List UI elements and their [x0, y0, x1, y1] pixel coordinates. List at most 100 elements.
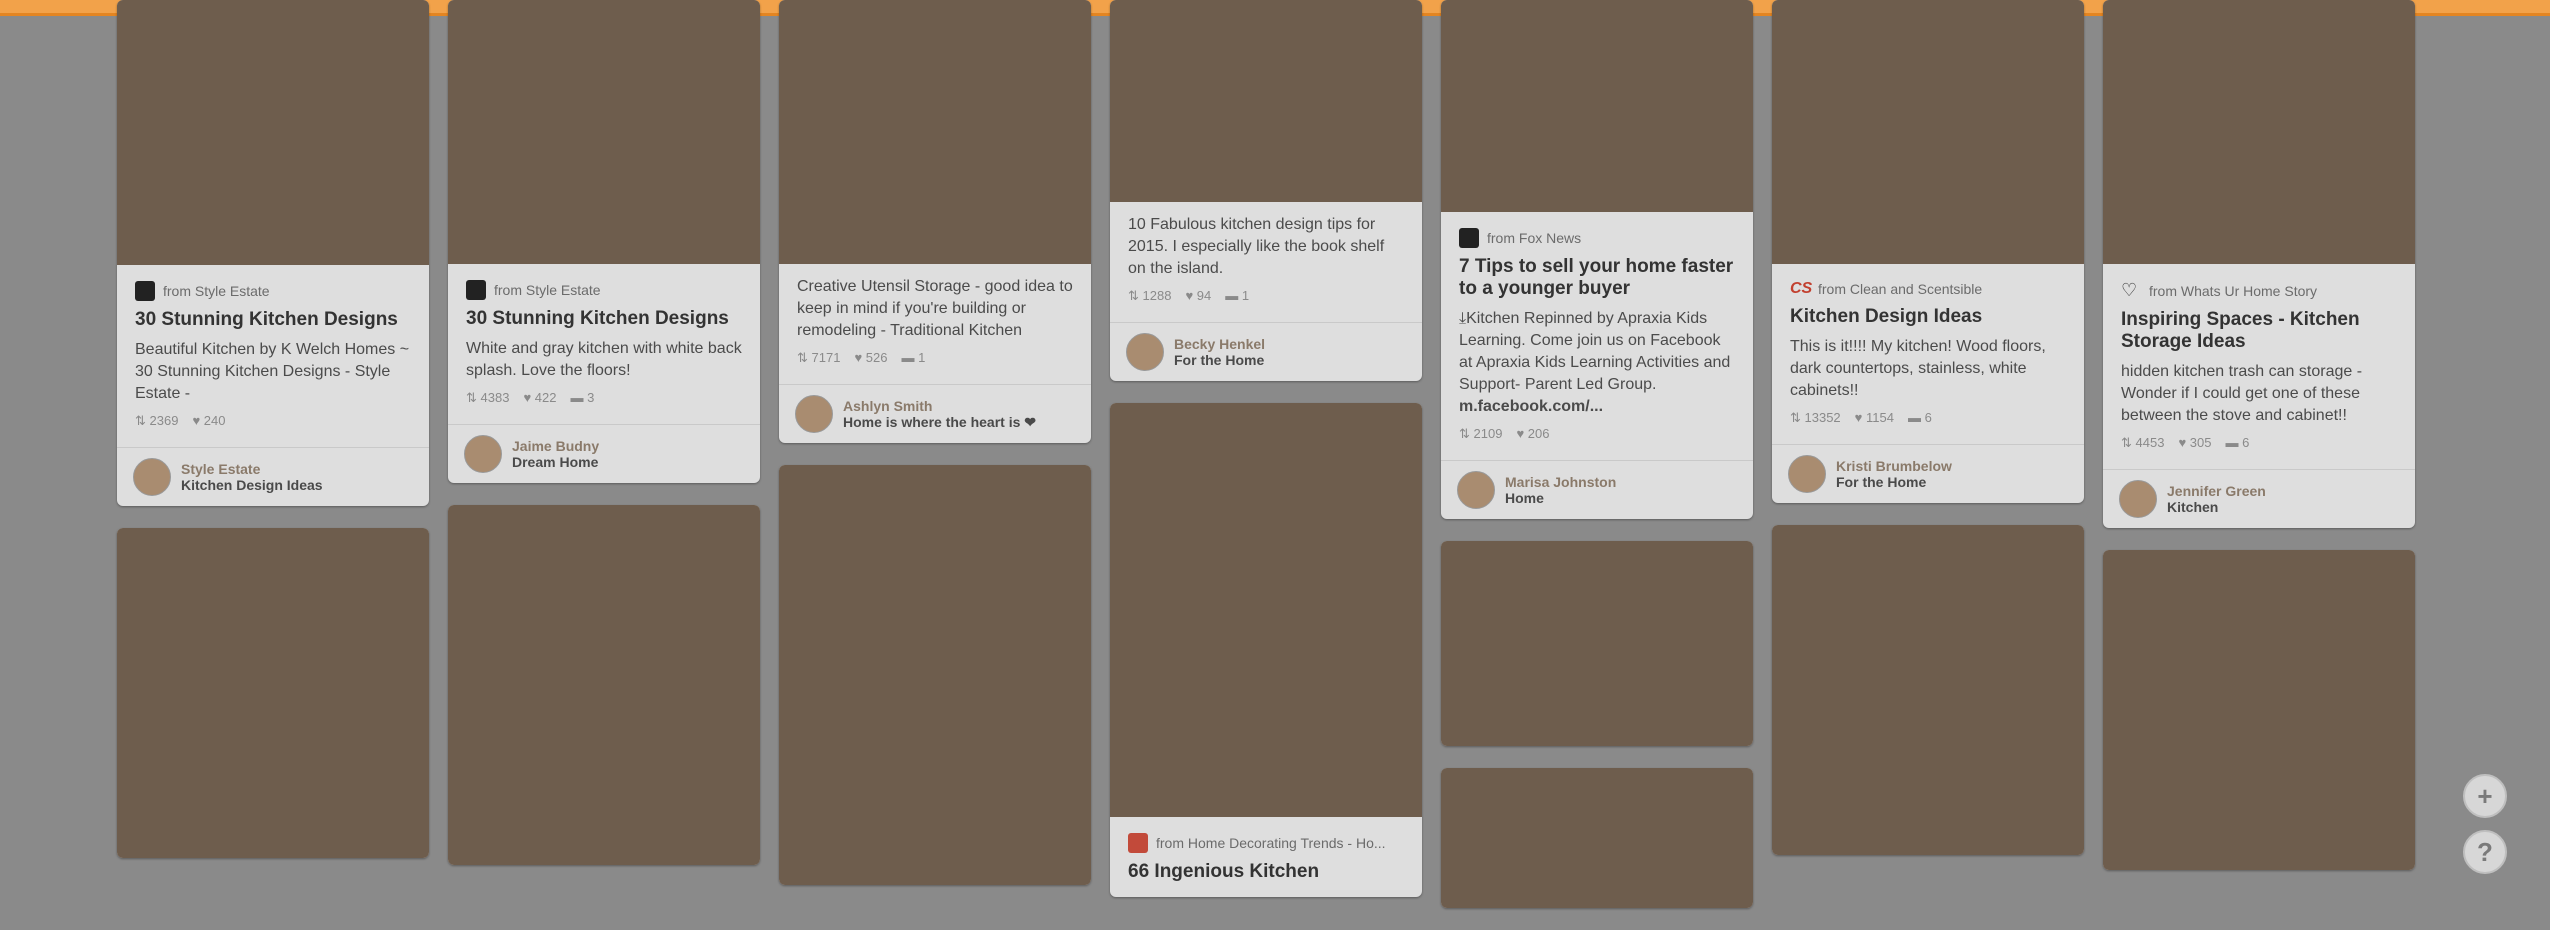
avatar[interactable] [795, 395, 833, 433]
pin-card[interactable]: CS from Clean and Scentsible Kitchen Des… [1772, 0, 2084, 503]
like-count: ♥ 94 [1185, 288, 1212, 303]
owner-board[interactable]: Home [1505, 490, 1616, 506]
comment-count: ▬ 6 [2225, 435, 2250, 450]
pin-image[interactable] [448, 505, 760, 865]
pin-body: from Style Estate 30 Stunning Kitchen De… [448, 264, 760, 424]
owner-board[interactable]: Dream Home [512, 454, 599, 470]
owner-board[interactable]: Kitchen Design Ideas [181, 477, 323, 493]
pin-image[interactable] [779, 0, 1091, 264]
pin-card[interactable] [2103, 550, 2415, 870]
pin-card[interactable]: from Fox News 7 Tips to sell your home f… [1441, 0, 1753, 519]
owner-name[interactable]: Kristi Brumbelow [1836, 458, 1952, 474]
pin-owner[interactable]: Marisa Johnston Home [1441, 460, 1753, 519]
source-favicon-icon [1459, 228, 1479, 248]
like-count: ♥ 206 [1516, 426, 1550, 441]
pin-owner[interactable]: Jennifer Green Kitchen [2103, 469, 2415, 528]
pin-card[interactable] [448, 505, 760, 865]
pin-source[interactable]: from Fox News [1459, 228, 1735, 248]
comment-count: ▬ 3 [570, 390, 595, 405]
pin-image[interactable] [779, 465, 1091, 885]
pin-source[interactable]: from Home Decorating Trends - Ho... [1128, 833, 1404, 853]
pin-image[interactable] [1772, 0, 2084, 264]
pin-image[interactable] [1110, 0, 1422, 202]
owner-board[interactable]: For the Home [1174, 352, 1265, 368]
pin-card[interactable]: from Home Decorating Trends - Ho... 66 I… [1110, 403, 1422, 897]
pin-body: CS from Clean and Scentsible Kitchen Des… [1772, 264, 2084, 444]
pin-description: hidden kitchen trash can storage - Wonde… [2121, 363, 2363, 424]
pin-card[interactable]: ♡ from Whats Ur Home Story Inspiring Spa… [2103, 0, 2415, 528]
owner-board[interactable]: Kitchen [2167, 499, 2266, 515]
repin-count: ⇅ 4383 [466, 390, 510, 405]
pin-description: Beautiful Kitchen by K Welch Homes ~ 30 … [135, 341, 410, 402]
pin-source[interactable]: ♡ from Whats Ur Home Story [2121, 280, 2397, 301]
pin-description: This is it!!!! My kitchen! Wood floors, … [1790, 338, 2046, 399]
pin-image[interactable] [448, 0, 760, 264]
avatar[interactable] [1457, 471, 1495, 509]
owner-name[interactable]: Becky Henkel [1174, 336, 1265, 352]
pin-stats: ⇅ 13352 ♥ 1154 ▬ 6 [1790, 410, 2066, 426]
repin-count: ⇅ 2369 [135, 413, 179, 428]
pin-image[interactable] [1772, 525, 2084, 855]
pin-column-2: from Style Estate 30 Stunning Kitchen De… [448, 0, 760, 887]
pin-title[interactable]: Inspiring Spaces - Kitchen Storage Ideas [2121, 309, 2397, 353]
pin-owner[interactable]: Ashlyn Smith Home is where the heart is … [779, 384, 1091, 443]
owner-name[interactable]: Ashlyn Smith [843, 398, 1036, 414]
pin-title[interactable]: 30 Stunning Kitchen Designs [135, 309, 411, 331]
pin-image[interactable] [1441, 0, 1753, 212]
like-count: ♥ 422 [523, 390, 557, 405]
owner-name[interactable]: Style Estate [181, 461, 323, 477]
pin-title[interactable]: 7 Tips to sell your home faster to a you… [1459, 256, 1735, 300]
pin-card[interactable] [1772, 525, 2084, 855]
pin-image[interactable] [117, 0, 429, 265]
owner-board[interactable]: Home is where the heart is ❤ [843, 414, 1036, 431]
pin-body: from Home Decorating Trends - Ho... 66 I… [1110, 817, 1422, 897]
pin-card[interactable] [779, 465, 1091, 885]
pin-title[interactable]: 66 Ingenious Kitchen [1128, 861, 1404, 883]
pin-description-link[interactable]: m.facebook.com/... [1459, 398, 1603, 415]
pin-card[interactable]: from Style Estate 30 Stunning Kitchen De… [448, 0, 760, 483]
pin-image[interactable] [117, 528, 429, 858]
pin-source-text: from Home Decorating Trends - Ho... [1156, 835, 1386, 851]
pin-owner[interactable]: Kristi Brumbelow For the Home [1772, 444, 2084, 503]
avatar[interactable] [464, 435, 502, 473]
add-pin-button[interactable]: + [2463, 774, 2507, 818]
pin-image[interactable] [1441, 541, 1753, 746]
owner-name[interactable]: Jaime Budny [512, 438, 599, 454]
pin-card[interactable]: 10 Fabulous kitchen design tips for 2015… [1110, 0, 1422, 381]
pin-image[interactable] [2103, 0, 2415, 264]
pin-title[interactable]: 30 Stunning Kitchen Designs [466, 308, 742, 330]
pin-body: 10 Fabulous kitchen design tips for 2015… [1110, 202, 1422, 322]
pin-body: ♡ from Whats Ur Home Story Inspiring Spa… [2103, 264, 2415, 469]
pin-image[interactable] [1110, 403, 1422, 817]
pin-column-3: Creative Utensil Storage - good idea to … [779, 0, 1091, 907]
like-count: ♥ 305 [2178, 435, 2212, 450]
pin-body: from Style Estate 30 Stunning Kitchen De… [117, 265, 429, 447]
comment-count: ▬ 1 [901, 350, 926, 365]
help-button[interactable]: ? [2463, 830, 2507, 874]
pin-stats: ⇅ 4453 ♥ 305 ▬ 6 [2121, 435, 2397, 451]
pin-stats: ⇅ 2109 ♥ 206 [1459, 426, 1735, 442]
pin-column-5: from Fox News 7 Tips to sell your home f… [1441, 0, 1753, 930]
pin-image[interactable] [2103, 550, 2415, 870]
pin-image[interactable] [1441, 768, 1753, 908]
owner-board[interactable]: For the Home [1836, 474, 1952, 490]
avatar[interactable] [133, 458, 171, 496]
pin-card[interactable]: from Style Estate 30 Stunning Kitchen De… [117, 0, 429, 506]
pin-column-4: 10 Fabulous kitchen design tips for 2015… [1110, 0, 1422, 919]
pin-owner[interactable]: Style Estate Kitchen Design Ideas [117, 447, 429, 506]
pin-source[interactable]: CS from Clean and Scentsible [1790, 280, 2066, 298]
owner-name[interactable]: Jennifer Green [2167, 483, 2266, 499]
pin-owner[interactable]: Jaime Budny Dream Home [448, 424, 760, 483]
pin-card[interactable] [117, 528, 429, 858]
pin-card[interactable] [1441, 541, 1753, 746]
owner-name[interactable]: Marisa Johnston [1505, 474, 1616, 490]
pin-owner[interactable]: Becky Henkel For the Home [1110, 322, 1422, 381]
pin-title[interactable]: Kitchen Design Ideas [1790, 306, 2066, 328]
pin-source[interactable]: from Style Estate [466, 280, 742, 300]
pin-source[interactable]: from Style Estate [135, 281, 411, 301]
pin-card[interactable] [1441, 768, 1753, 908]
avatar[interactable] [1126, 333, 1164, 371]
pin-card[interactable]: Creative Utensil Storage - good idea to … [779, 0, 1091, 443]
avatar[interactable] [1788, 455, 1826, 493]
avatar[interactable] [2119, 480, 2157, 518]
